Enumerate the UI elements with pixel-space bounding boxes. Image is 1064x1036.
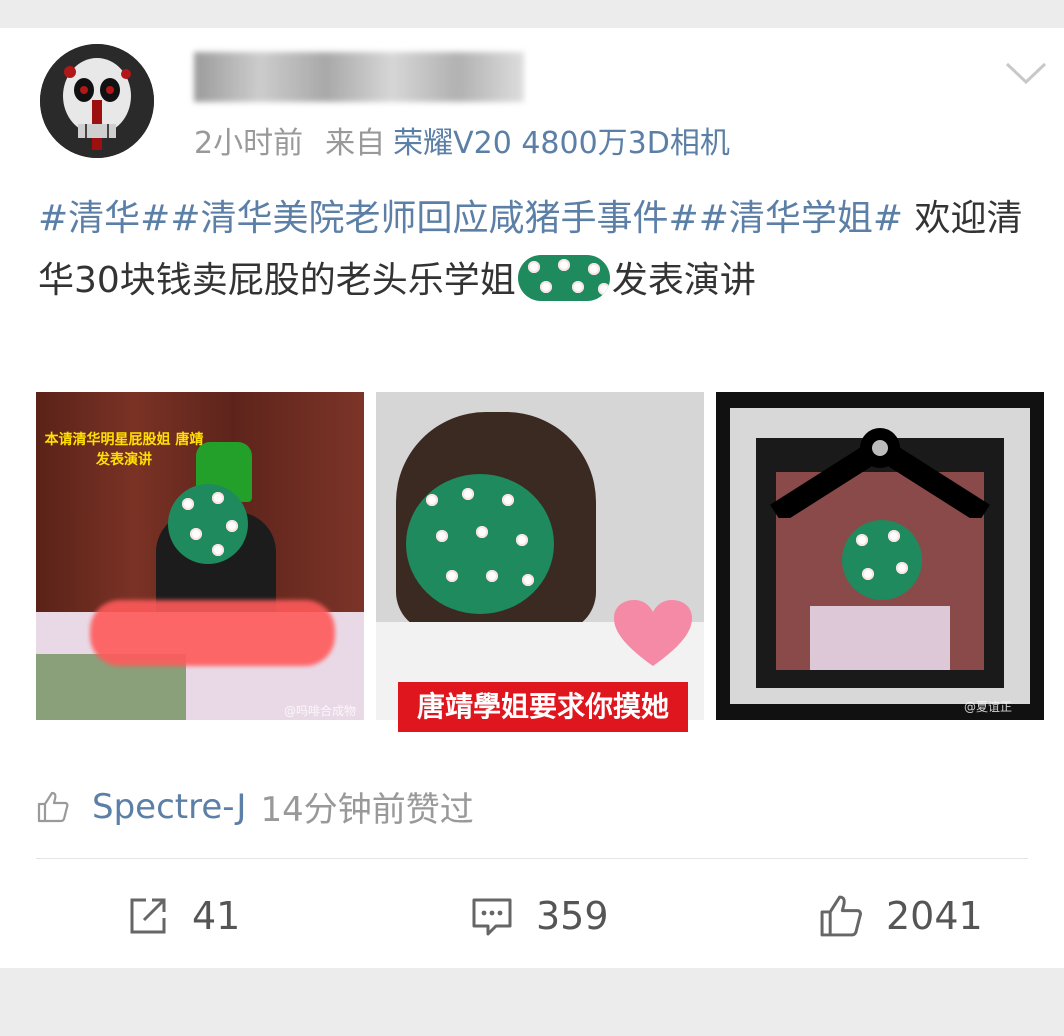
post-body: #清华##清华美院老师回应咸猪手事件##清华学姐# 欢迎清华30块钱卖屁股的老头… <box>38 188 1038 312</box>
certificate-paper <box>810 606 950 670</box>
share-button[interactable]: 41 <box>126 888 240 944</box>
share-count: 41 <box>192 894 241 938</box>
flower-sticker-redaction <box>517 255 610 301</box>
hashtag-link[interactable]: #清华# <box>38 198 170 239</box>
thumbs-up-icon <box>37 791 69 822</box>
liked-by-row[interactable]: Spectre-J 14分钟前赞过 <box>36 782 474 831</box>
author-name-redacted[interactable] <box>194 52 524 102</box>
post-meta: 2小时前 来自 荣耀V20 4800万3D相机 <box>194 118 730 162</box>
flower-sticker-redaction <box>406 474 554 614</box>
liked-time: 14分钟前赞过 <box>260 790 474 830</box>
image-watermark: @吗啡合成物激素 <box>284 704 357 718</box>
post-image-3[interactable]: @夏谊正 <box>716 392 1044 720</box>
liker-username[interactable]: Spectre-J <box>92 787 246 827</box>
author-avatar[interactable] <box>40 44 154 158</box>
post-from-label: 来自 <box>325 126 386 161</box>
comment-icon <box>472 898 512 936</box>
comment-button[interactable]: 359 <box>470 888 609 944</box>
hashtag-link[interactable]: #清华美院老师回应咸猪手事件# <box>170 198 698 239</box>
chevron-down-icon[interactable] <box>1004 58 1048 88</box>
comment-count: 359 <box>536 894 609 938</box>
thumbs-up-icon <box>820 895 862 937</box>
image-caption: 唐靖學姐要求你摸她 <box>398 682 688 732</box>
share-icon <box>130 898 166 934</box>
skull-avatar-icon <box>40 44 154 158</box>
like-button[interactable]: 2041 <box>818 888 983 944</box>
heart-icon <box>614 600 692 666</box>
post-image-2[interactable] <box>376 392 704 720</box>
image-watermark: @夏谊正 <box>964 700 1013 714</box>
post-time: 2小时前 <box>194 126 304 161</box>
flower-sticker-redaction <box>842 520 922 600</box>
mourning-ribbon-icon <box>770 428 990 518</box>
red-redaction-mark <box>90 600 335 666</box>
divider <box>36 858 1028 859</box>
post-device-link[interactable]: 荣耀V20 4800万3D相机 <box>393 126 730 161</box>
like-count: 2041 <box>886 894 983 938</box>
image-overlay-text: 本请清华明星屁股姐 唐靖发表演讲 <box>44 432 204 468</box>
flower-sticker-redaction <box>168 484 248 564</box>
post-text-part: 发表演讲 <box>611 260 756 301</box>
hashtag-link[interactable]: #清华学姐# <box>699 198 903 239</box>
